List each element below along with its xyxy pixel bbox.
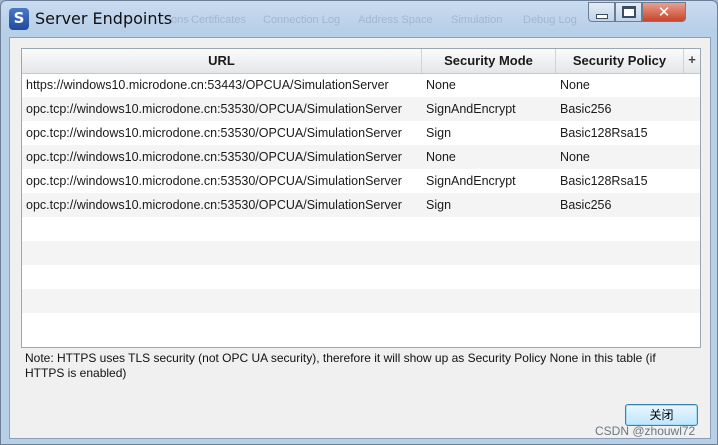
server-endpoints-window: S Server Endpoints ons Certificates Conn… bbox=[0, 0, 718, 445]
column-header-security-policy[interactable]: Security Policy bbox=[556, 49, 684, 73]
security-mode-cell: Sign bbox=[426, 126, 452, 140]
empty-row bbox=[22, 217, 700, 241]
table-row[interactable]: opc.tcp://windows10.microdone.cn:53530/O… bbox=[22, 169, 700, 193]
url-cell: opc.tcp://windows10.microdone.cn:53530/O… bbox=[26, 150, 402, 164]
empty-row bbox=[22, 289, 700, 313]
security-mode-cell: None bbox=[426, 150, 456, 164]
background-tab-label: Certificates bbox=[191, 14, 247, 26]
table-row[interactable]: opc.tcp://windows10.microdone.cn:53530/O… bbox=[22, 193, 700, 217]
column-header-url[interactable]: URL bbox=[22, 49, 422, 73]
url-cell: opc.tcp://windows10.microdone.cn:53530/O… bbox=[26, 126, 402, 140]
security-policy-cell: Basic256 bbox=[560, 102, 612, 116]
background-tab-label: Simulation bbox=[451, 14, 503, 26]
background-tab-label: ons bbox=[171, 14, 189, 26]
minimize-button[interactable] bbox=[588, 2, 615, 22]
empty-row bbox=[22, 313, 700, 337]
security-policy-cell: Basic128Rsa15 bbox=[560, 126, 648, 140]
url-cell: opc.tcp://windows10.microdone.cn:53530/O… bbox=[26, 102, 402, 116]
empty-row bbox=[22, 265, 700, 289]
security-mode-cell: None bbox=[426, 78, 456, 92]
background-tab-label: Address Space bbox=[358, 14, 433, 26]
security-policy-cell: Basic128Rsa15 bbox=[560, 174, 648, 188]
table-row[interactable]: https://windows10.microdone.cn:53443/OPC… bbox=[22, 73, 700, 97]
watermark: CSDN @zhouwl72 bbox=[595, 424, 696, 438]
url-cell: opc.tcp://windows10.microdone.cn:53530/O… bbox=[26, 198, 402, 212]
background-tab-label: Connection Log bbox=[263, 14, 341, 26]
security-mode-cell: Sign bbox=[426, 198, 452, 212]
app-icon: S bbox=[9, 8, 29, 30]
maximize-button[interactable] bbox=[615, 2, 642, 22]
title-bar[interactable]: S Server Endpoints ons Certificates Conn… bbox=[1, 1, 717, 37]
column-header-security-mode[interactable]: Security Mode bbox=[422, 49, 556, 73]
maximize-icon bbox=[621, 6, 636, 18]
minimize-icon bbox=[595, 14, 608, 19]
window-title: Server Endpoints bbox=[35, 9, 173, 28]
url-cell: https://windows10.microdone.cn:53443/OPC… bbox=[26, 78, 389, 92]
table-row[interactable]: opc.tcp://windows10.microdone.cn:53530/O… bbox=[22, 145, 700, 169]
security-policy-cell: None bbox=[560, 150, 590, 164]
add-column-button[interactable]: + bbox=[683, 49, 700, 73]
table-header: URL Security Mode Security Policy + bbox=[22, 49, 700, 74]
security-mode-cell: SignAndEncrypt bbox=[426, 102, 516, 116]
url-cell: opc.tcp://windows10.microdone.cn:53530/O… bbox=[26, 174, 402, 188]
empty-row bbox=[22, 241, 700, 265]
security-mode-cell: SignAndEncrypt bbox=[426, 174, 516, 188]
security-policy-cell: Basic256 bbox=[560, 198, 612, 212]
table-row[interactable]: opc.tcp://windows10.microdone.cn:53530/O… bbox=[22, 97, 700, 121]
table-row[interactable]: opc.tcp://windows10.microdone.cn:53530/O… bbox=[22, 121, 700, 145]
https-note: Note: HTTPS uses TLS security (not OPC U… bbox=[25, 351, 656, 380]
close-window-button[interactable]: ✕ bbox=[642, 2, 686, 22]
endpoints-table: URL Security Mode Security Policy + http… bbox=[21, 48, 701, 348]
background-tab-label: Debug Log bbox=[523, 14, 577, 26]
dialog-content: URL Security Mode Security Policy + http… bbox=[9, 37, 711, 439]
close-button[interactable]: 关闭 bbox=[625, 404, 698, 426]
close-icon: ✕ bbox=[657, 3, 671, 21]
security-policy-cell: None bbox=[560, 78, 590, 92]
